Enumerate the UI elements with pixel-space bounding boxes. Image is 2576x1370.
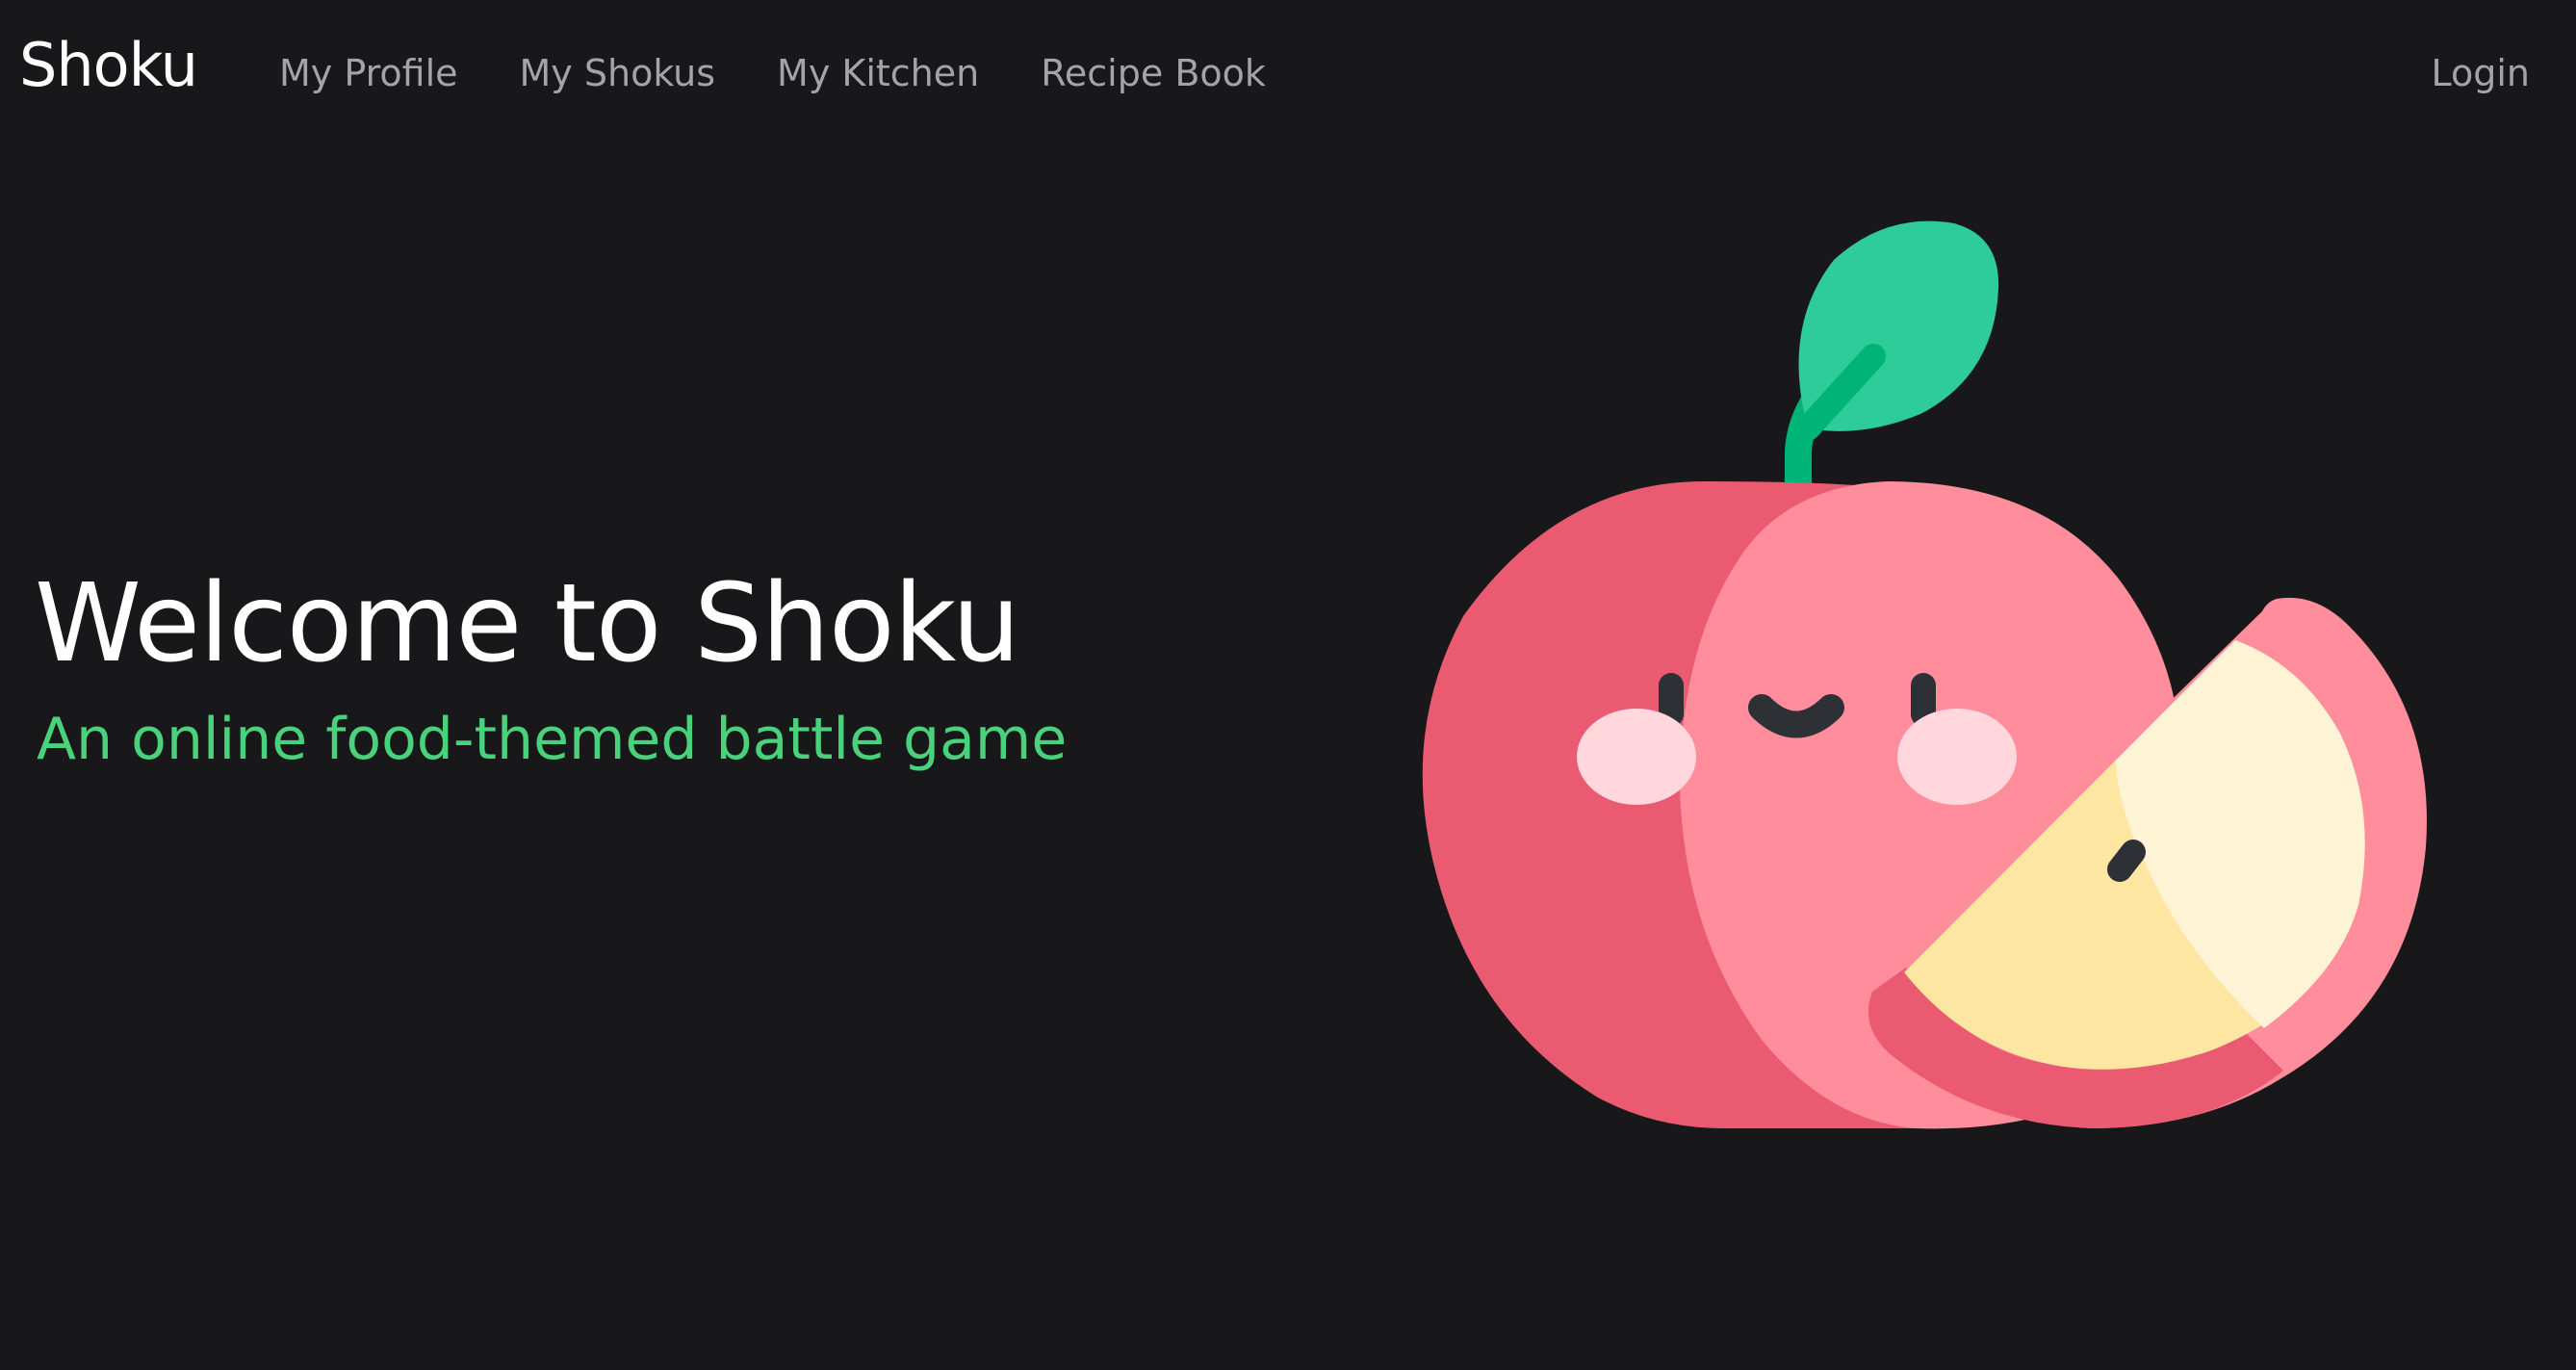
hero-title: Welcome to Shoku (35, 561, 1020, 686)
smiling-apple-illustration-icon (1422, 220, 2427, 1129)
nav-link-my-shokus[interactable]: My Shokus (520, 50, 716, 96)
top-navbar: Shoku My Profile My Shokus My Kitchen Re… (0, 0, 2576, 144)
nav-links: My Profile My Shokus My Kitchen Recipe B… (279, 50, 1266, 96)
nav-link-my-profile[interactable]: My Profile (279, 50, 458, 96)
hero-subtitle: An online food-themed battle game (37, 706, 1068, 773)
nav-link-recipe-book[interactable]: Recipe Book (1041, 50, 1266, 96)
brand-logo-link[interactable]: Shoku (19, 27, 198, 104)
nav-link-my-kitchen[interactable]: My Kitchen (777, 50, 979, 96)
login-link[interactable]: Login (2431, 50, 2530, 96)
